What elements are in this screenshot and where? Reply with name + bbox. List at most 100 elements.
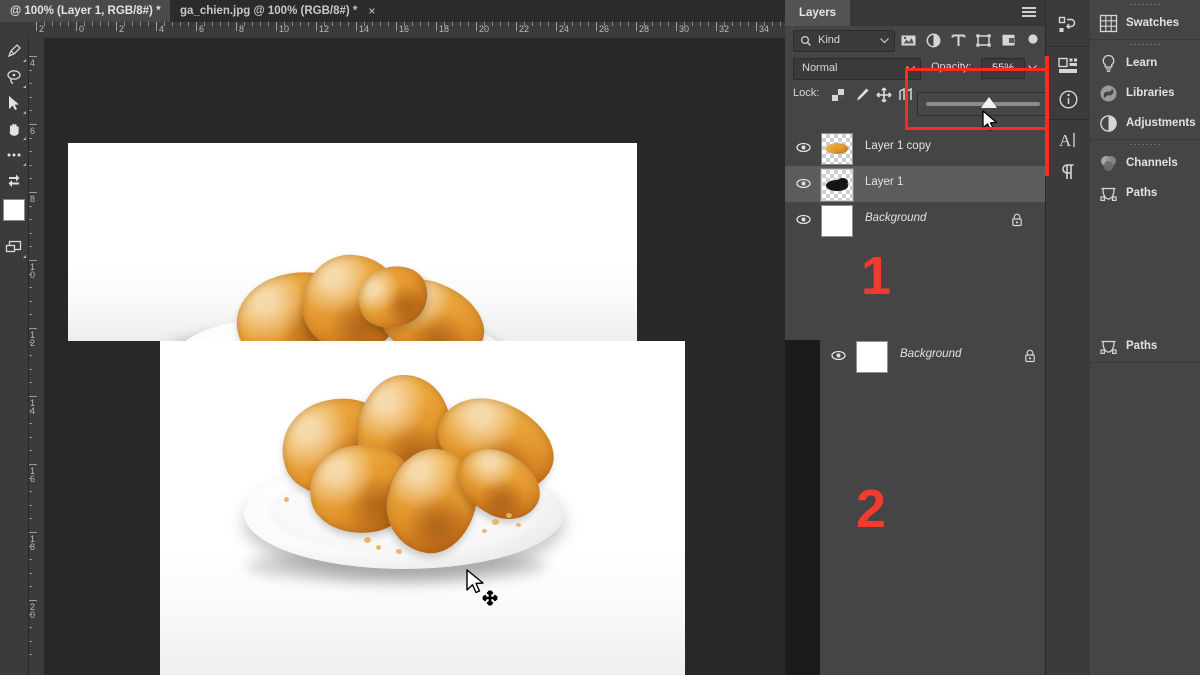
tool-expand-corner (23, 163, 26, 166)
ruler-minor-tick (580, 22, 581, 26)
hand-tool[interactable] (0, 116, 28, 142)
layer-name[interactable]: Layer 1 copy (865, 140, 931, 152)
ruler-minor-tick (700, 22, 701, 26)
ruler-label: 28 (639, 24, 650, 34)
layer-thumbnail[interactable] (821, 205, 853, 237)
layer-name[interactable]: Background (865, 212, 926, 224)
foreground-color-swatch[interactable] (3, 199, 25, 221)
ruler-minor-tick (748, 22, 749, 26)
layer-row[interactable]: Background (785, 202, 1045, 238)
hamburger-icon[interactable] (1022, 7, 1036, 18)
dock-item-learn[interactable]: Learn (1090, 49, 1200, 79)
dock-grip[interactable] (1090, 0, 1200, 9)
crumb (482, 529, 487, 533)
horizontal-ruler[interactable]: 2 0 2 4 6 8 10 12 14 16 18 20 22 24 26 28 30 32 34 (0, 22, 785, 39)
ruler-minor-tick (92, 22, 93, 26)
pixel-filter-icon[interactable] (900, 32, 917, 49)
document-window-front[interactable] (160, 341, 685, 675)
ruler-minor-tick (460, 22, 461, 26)
crumb (364, 537, 371, 543)
dock-item-swatches[interactable]: Swatches (1090, 9, 1200, 39)
ruler-minor-tick (44, 22, 45, 26)
dock-item-paths[interactable]: Paths (1090, 179, 1200, 209)
info-icon[interactable] (1046, 83, 1091, 115)
type-filter-icon[interactable] (950, 32, 967, 49)
ruler-minor-tick (532, 22, 533, 26)
ruler-tick (28, 532, 37, 533)
close-icon[interactable]: × (368, 0, 375, 22)
adjustment-filter-icon[interactable] (925, 32, 942, 49)
dock-item-channels[interactable]: Channels (1090, 149, 1200, 179)
ruler-minor-tick (188, 22, 189, 26)
layer-name[interactable]: Layer 1 (865, 176, 903, 188)
kind-filter-dropdown[interactable]: Kind (793, 30, 895, 52)
dock-divider (1090, 362, 1200, 363)
ruler-tick (28, 328, 37, 329)
tool-expand-corner (23, 111, 26, 114)
lock-transparency-icon[interactable] (829, 86, 847, 104)
foreground-background-color[interactable] (0, 194, 28, 228)
ruler-minor-tick (324, 22, 325, 26)
ruler-label: 12 (319, 24, 330, 34)
shape-filter-icon[interactable] (975, 32, 992, 49)
eye-icon[interactable] (796, 177, 811, 190)
dock-item-adjustments[interactable]: Adjustments (1090, 109, 1200, 139)
history-icon[interactable] (1046, 10, 1091, 42)
tool-expand-corner (23, 59, 26, 62)
document-tab-inactive[interactable]: ga_chien.jpg @ 100% (RGB/8#) * × (170, 0, 385, 22)
ruler-minor-tick (468, 22, 469, 26)
canvas-workspace[interactable] (44, 38, 785, 675)
layer-thumbnail[interactable] (856, 341, 888, 373)
screen-mode-icon[interactable] (0, 234, 28, 260)
tab-layers[interactable]: Layers (785, 0, 851, 26)
eye-icon[interactable] (831, 349, 846, 362)
layer-thumbnail[interactable] (820, 168, 854, 202)
layer-name[interactable]: Background (900, 348, 961, 360)
layer-thumbnail[interactable] (821, 133, 853, 165)
more-tools-icon[interactable] (0, 142, 28, 168)
eye-icon[interactable] (796, 141, 811, 154)
blend-mode-dropdown[interactable]: Normal (793, 58, 921, 80)
lock-position-icon[interactable] (875, 86, 893, 104)
dock-grip[interactable] (1090, 140, 1200, 149)
layers-panel: Layers Kind Normal Opacity: 55% Lock: La… (785, 0, 1051, 340)
dock-item-label: Paths (1126, 340, 1158, 352)
layers-panel-tabbar: Layers (785, 0, 1045, 26)
ruler-minor-tick (292, 22, 293, 26)
dock-item-label: Channels (1126, 157, 1178, 169)
dock-item-label: Libraries (1126, 87, 1175, 99)
libraries-icon (1100, 85, 1117, 102)
dock-item-paths-secondary[interactable]: Paths (1090, 332, 1200, 362)
filter-toggle-icon[interactable] (1025, 32, 1042, 49)
tools-panel (0, 38, 29, 675)
lock-image-icon[interactable] (853, 86, 871, 104)
lock-icon (1024, 349, 1036, 363)
properties-icon[interactable] (1046, 51, 1091, 83)
dock-grip[interactable] (1090, 40, 1200, 49)
path-selection-tool[interactable] (0, 90, 28, 116)
paragraph-icon[interactable] (1046, 156, 1091, 188)
document-window-back[interactable] (68, 143, 637, 341)
layer-row[interactable]: Background (820, 338, 1060, 374)
ruler-minor-tick (180, 22, 181, 26)
svg-text:A: A (1059, 131, 1072, 150)
rail-divider (1046, 119, 1091, 120)
layer-row-selected[interactable]: Layer 1 (785, 166, 1045, 202)
smart-object-filter-icon[interactable] (1000, 32, 1017, 49)
vertical-ruler[interactable]: 4 6 8 10 12 14 16 18 20 (28, 38, 45, 675)
ruler-label: 0 (79, 24, 85, 34)
lasso-tool[interactable] (0, 64, 28, 90)
document-tab-active[interactable]: @ 100% (Layer 1, RGB/8#) * × (0, 0, 188, 22)
ruler-minor-tick (364, 22, 365, 26)
dock-item-libraries[interactable]: Libraries (1090, 79, 1200, 109)
document-tab-title: @ 100% (Layer 1, RGB/8#) * (10, 5, 161, 17)
character-icon[interactable]: A (1046, 124, 1091, 156)
eye-icon[interactable] (796, 213, 811, 226)
layer-row[interactable]: Layer 1 copy (785, 130, 1045, 166)
ruler-label: 6 (199, 24, 205, 34)
ruler-label: 32 (719, 24, 730, 34)
ruler-minor-tick (500, 22, 501, 26)
rail-divider (1046, 46, 1091, 47)
swap-colors-icon[interactable] (0, 168, 28, 194)
pen-tool[interactable] (0, 38, 28, 64)
